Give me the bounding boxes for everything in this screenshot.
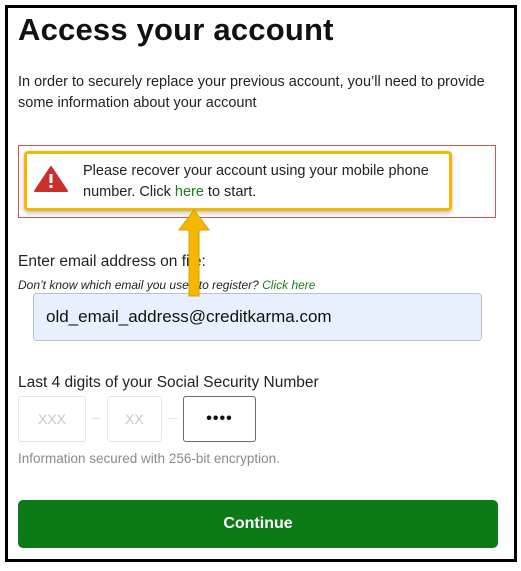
alert-text-after: to start. (203, 184, 257, 200)
ssn-part2-input[interactable]: XX (107, 396, 162, 442)
up-arrow-icon (178, 209, 210, 297)
ssn-label: Last 4 digits of your Social Security Nu… (18, 374, 319, 391)
ssn-separator (168, 418, 178, 419)
intro-text: In order to securely replace your previo… (18, 74, 485, 111)
alert-message: Please recover your account using your m… (83, 161, 448, 203)
email-field[interactable]: old_email_address@creditkarma.com (33, 293, 482, 341)
email-help-link[interactable]: Click here (262, 278, 315, 292)
ssn-separator (91, 418, 101, 419)
page-title: Access your account (18, 12, 334, 47)
email-help-text: Don’t know which email you used to regis… (18, 278, 263, 292)
warning-triangle-icon (34, 166, 68, 192)
ssn-part1-input[interactable]: XXX (18, 396, 86, 442)
ssn-last4-input[interactable]: •••• (183, 396, 256, 442)
email-help: Don’t know which email you used to regis… (18, 278, 315, 292)
continue-button[interactable]: Continue (18, 500, 498, 548)
recover-here-link[interactable]: here (175, 184, 204, 200)
secure-note: Information secured with 256-bit encrypt… (18, 451, 280, 466)
